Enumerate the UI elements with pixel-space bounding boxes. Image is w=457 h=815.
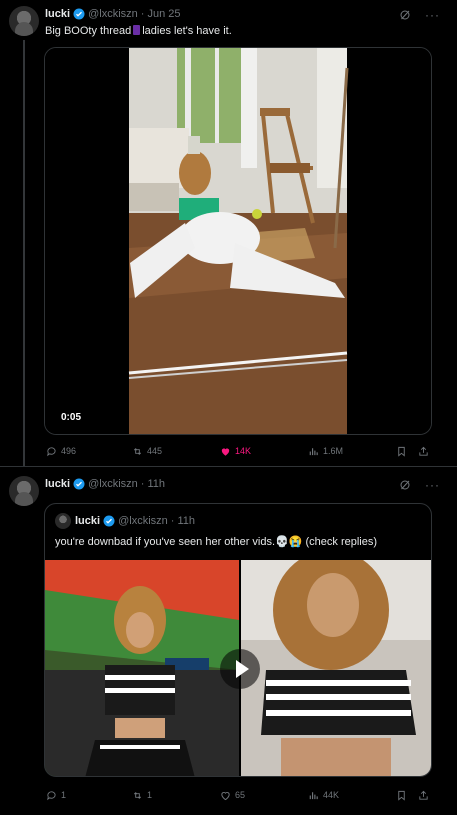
tweet-header: lucki @lxckiszn · 11h xyxy=(45,478,165,490)
bookmark-icon[interactable] xyxy=(396,790,407,801)
tweet-video[interactable]: 0:05 xyxy=(44,47,432,435)
tweet-actions: 496 445 14K 1.6M xyxy=(44,444,432,458)
quoted-media-right[interactable] xyxy=(241,560,432,777)
verified-badge-icon xyxy=(73,478,85,490)
play-icon[interactable] xyxy=(220,649,260,689)
thread-line xyxy=(23,40,25,466)
reply-icon xyxy=(47,446,56,456)
like-button[interactable]: 65 xyxy=(220,790,245,801)
repost-icon xyxy=(133,447,142,455)
reply-icon xyxy=(47,790,56,800)
reply-count: 496 xyxy=(61,446,77,456)
avatar[interactable] xyxy=(9,476,39,506)
like-count: 65 xyxy=(235,790,246,800)
views-count: 1.6M xyxy=(323,446,344,456)
author-name[interactable]: lucki xyxy=(45,478,70,490)
quoted-text: you're downbad if you've seen her other … xyxy=(55,536,378,548)
like-count: 14K xyxy=(235,446,252,456)
views-icon xyxy=(309,791,318,799)
views-icon xyxy=(309,447,318,455)
purple-emoji-icon xyxy=(133,25,141,35)
repost-icon xyxy=(133,791,142,799)
views-count: 44K xyxy=(323,790,340,800)
views-button[interactable]: 1.6M xyxy=(308,446,343,457)
quoted-handle[interactable]: @lxckiszn xyxy=(118,515,168,527)
more-icon[interactable]: ··· xyxy=(425,8,440,22)
repost-count: 445 xyxy=(147,446,163,456)
tweet-2[interactable]: lucki @lxckiszn · 11h ··· lucki @lxckisz… xyxy=(0,467,457,815)
tweet-1[interactable]: lucki @lxckiszn · Jun 25 ··· Big BOOty t… xyxy=(0,0,457,466)
like-icon xyxy=(221,447,230,456)
share-icon[interactable] xyxy=(418,790,429,801)
tweet-text-part-1: Big BOOty thread xyxy=(45,25,132,37)
bookmark-icon[interactable] xyxy=(396,446,407,457)
video-duration: 0:05 xyxy=(61,412,82,423)
reply-count: 1 xyxy=(61,790,67,800)
grok-icon[interactable] xyxy=(399,479,411,491)
author-handle[interactable]: @lxckiszn xyxy=(88,8,138,20)
quoted-media-left[interactable] xyxy=(45,560,239,777)
header-icons: ··· xyxy=(399,478,440,492)
quoted-tweet[interactable]: lucki @lxckiszn · 11h you're downbad if … xyxy=(44,503,432,777)
repost-count: 1 xyxy=(147,790,153,800)
more-icon[interactable]: ··· xyxy=(425,478,440,492)
author-name[interactable]: lucki xyxy=(45,8,70,20)
avatar[interactable] xyxy=(9,6,39,36)
tweet-time[interactable]: · 11h xyxy=(141,478,165,490)
tweet-actions: 1 1 65 44K xyxy=(44,788,432,802)
verified-badge-icon xyxy=(73,8,85,20)
share-icon[interactable] xyxy=(418,446,429,457)
quoted-avatar[interactable] xyxy=(55,513,71,529)
repost-button[interactable]: 1 xyxy=(132,790,152,801)
repost-button[interactable]: 445 xyxy=(132,446,162,457)
video-frame xyxy=(45,48,431,434)
grok-icon[interactable] xyxy=(399,9,411,21)
reply-button[interactable]: 496 xyxy=(46,446,76,457)
tweet-header: lucki @lxckiszn · Jun 25 xyxy=(45,8,181,20)
quoted-time[interactable]: · 11h xyxy=(171,515,195,527)
quoted-header: lucki @lxckiszn · 11h xyxy=(75,515,195,527)
views-button[interactable]: 44K xyxy=(308,790,339,801)
reply-button[interactable]: 1 xyxy=(46,790,66,801)
tweet-text: Big BOOty thread ladies let's have it. xyxy=(45,24,232,38)
quoted-author-name[interactable]: lucki xyxy=(75,515,100,527)
verified-badge-icon xyxy=(103,515,115,527)
author-handle[interactable]: @lxckiszn xyxy=(88,478,138,490)
tweet-time[interactable]: · Jun 25 xyxy=(141,8,181,20)
like-button[interactable]: 14K xyxy=(220,446,251,457)
like-icon xyxy=(221,791,230,800)
header-icons: ··· xyxy=(399,8,440,22)
tweet-text-part-2: ladies let's have it. xyxy=(142,25,232,37)
